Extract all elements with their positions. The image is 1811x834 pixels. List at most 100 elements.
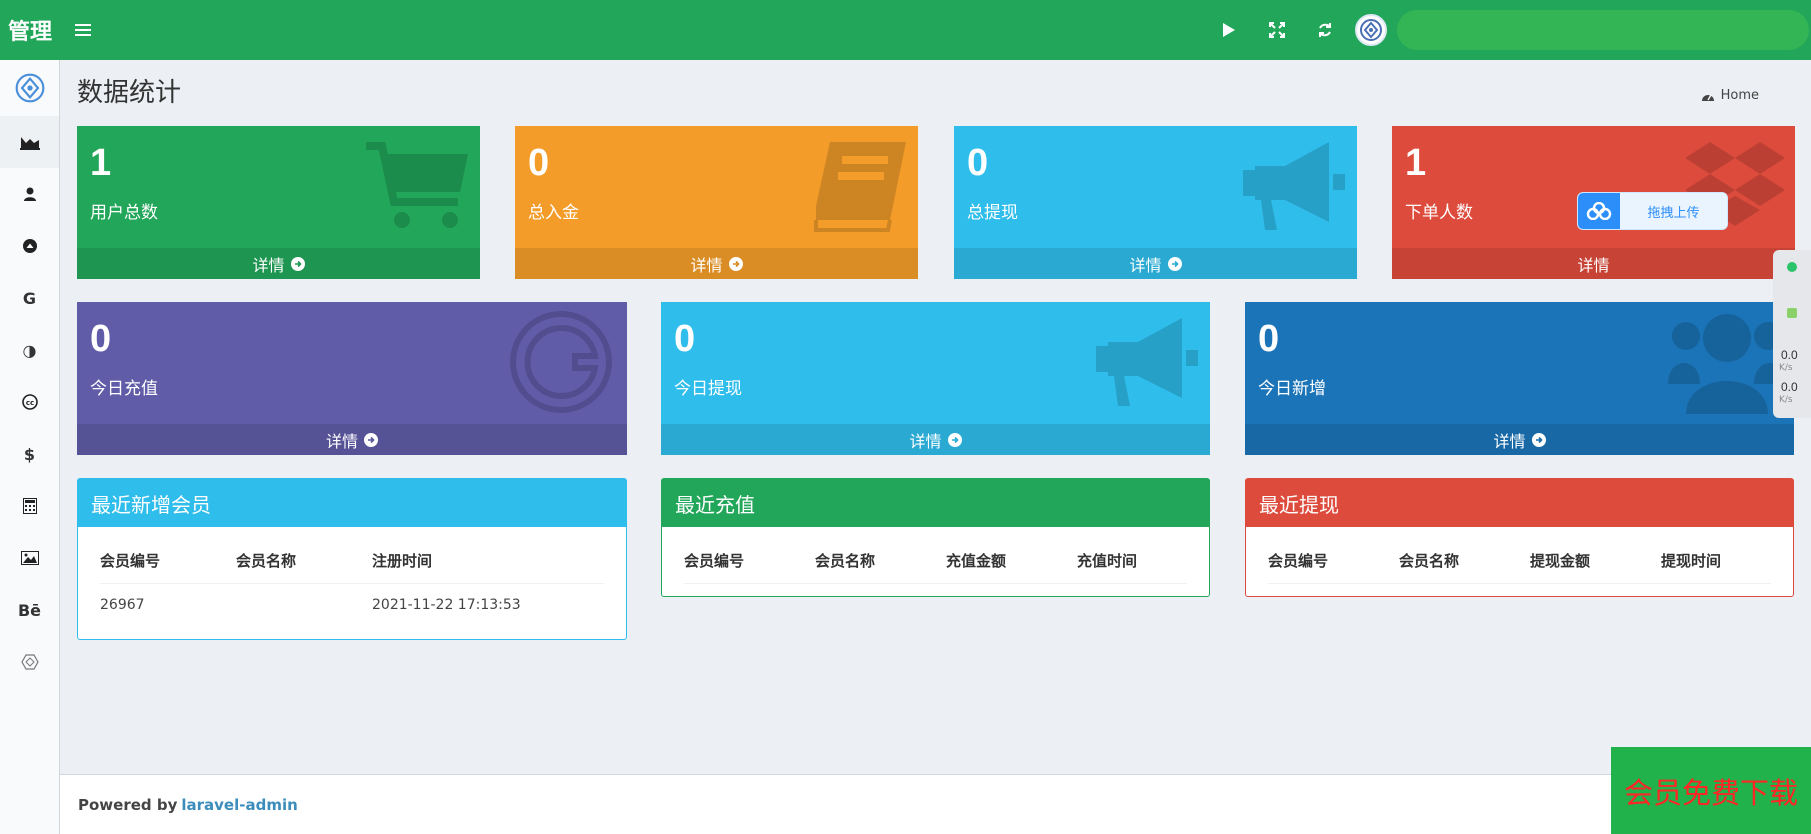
upload-speed-unit: K/s	[1779, 363, 1793, 373]
calculator-icon	[22, 498, 37, 514]
stat-label: 总入金	[528, 203, 579, 223]
column-header: 充值金额	[946, 539, 1077, 584]
google-icon: G	[22, 288, 37, 308]
arrow-circle-right-icon	[290, 256, 305, 271]
page-title: 数据统计	[77, 78, 182, 108]
stat-details-link[interactable]: 详情	[1392, 248, 1795, 279]
sidebar-item-arrow-up[interactable]	[0, 220, 59, 272]
stat-box-today-recharge: 0 今日充值 详情	[77, 302, 627, 455]
status-dot	[1787, 262, 1797, 272]
details-label: 详情	[1129, 255, 1162, 275]
network-speed-widget[interactable]: 0.0 K/s 0.0 K/s	[1773, 250, 1811, 418]
panel-recent-members: 最近新增会员 会员编号 会员名称 注册时间 26967 2021-11-22 1…	[77, 478, 627, 640]
stat-box-total-deposit: 0 总入金 详情	[515, 126, 918, 279]
arrow-circle-right-icon	[1531, 432, 1546, 447]
upload-speed: 0.0	[1781, 348, 1798, 362]
hexagon-icon	[20, 654, 39, 670]
breadcrumb[interactable]: Home	[1701, 88, 1759, 103]
adjust-icon: ◑	[22, 340, 37, 360]
stat-details-link[interactable]: 详情	[77, 248, 480, 279]
panel-title: 最近提现	[1246, 479, 1793, 527]
users-icon	[1668, 314, 1786, 414]
panel-title: 最近充值	[662, 479, 1209, 527]
sidebar-item-image[interactable]	[0, 532, 59, 584]
creative-commons-icon: cc	[21, 394, 38, 410]
panel-title: 最近新增会员	[78, 479, 626, 527]
column-header: 会员编号	[100, 539, 236, 584]
behance-icon: Bē	[17, 600, 42, 620]
column-header: 会员编号	[684, 539, 815, 584]
book-icon	[814, 142, 906, 232]
sidebar-item-calculator[interactable]	[0, 480, 59, 532]
stat-details-link[interactable]: 详情	[954, 248, 1357, 279]
cloud-link-icon	[1578, 193, 1620, 229]
refresh-button[interactable]	[1301, 0, 1349, 60]
details-label: 详情	[690, 255, 723, 275]
avatar-logo-icon	[1360, 19, 1382, 41]
dashboard-icon	[1701, 94, 1714, 101]
app-logo[interactable]: 管理	[0, 0, 60, 60]
sidebar-item-user[interactable]	[0, 168, 59, 220]
bullhorn-icon	[1243, 142, 1345, 230]
stat-details-link[interactable]: 详情	[1245, 424, 1794, 455]
stat-value: 1	[90, 142, 112, 184]
image-icon	[20, 551, 39, 565]
stat-label: 今日充值	[90, 379, 158, 399]
sidebar-item-cc[interactable]: cc	[0, 376, 59, 428]
stat-box-today-withdraw: 0 今日提现 详情	[661, 302, 1210, 455]
sidebar-avatar[interactable]	[0, 60, 59, 116]
download-speed: 0.0	[1781, 380, 1798, 394]
area-chart-icon	[19, 137, 40, 150]
bullhorn-icon	[1096, 318, 1198, 406]
stat-box-today-new: 0 今日新增 详情	[1245, 302, 1794, 455]
stat-details-link[interactable]: 详情	[515, 248, 918, 279]
table-row: 26967 2021-11-22 17:13:53	[100, 583, 604, 627]
stat-value: 0	[967, 142, 989, 184]
stat-label: 总提现	[967, 203, 1018, 223]
sidebar-item-adjust[interactable]: ◑	[0, 324, 59, 376]
svg-text:cc: cc	[25, 399, 33, 407]
arrow-circle-up-icon	[22, 239, 37, 253]
sidebar-item-dashboard[interactable]	[0, 116, 59, 168]
sidebar-item-hexagon[interactable]	[0, 636, 59, 688]
stat-value: 0	[1258, 318, 1280, 360]
top-navbar: 管理	[0, 0, 1811, 60]
column-header: 提现金额	[1530, 539, 1661, 584]
upload-label: 拖拽上传	[1620, 193, 1727, 229]
panel-recent-withdraw: 最近提现 会员编号 会员名称 提现金额 提现时间	[1245, 478, 1794, 597]
sidebar-item-dollar[interactable]: $	[0, 428, 59, 480]
promo-banner[interactable]: 会员免费下载	[1611, 747, 1811, 834]
sidebar-item-google[interactable]: G	[0, 272, 59, 324]
sidebar-item-behance[interactable]: Bē	[0, 584, 59, 636]
breadcrumb-home[interactable]: Home	[1721, 88, 1759, 103]
shield-icon	[1787, 308, 1797, 318]
arrow-circle-right-icon	[947, 432, 962, 447]
stat-box-total-withdraw: 0 总提现 详情	[954, 126, 1357, 279]
column-header: 注册时间	[372, 539, 604, 584]
fullscreen-button[interactable]	[1253, 0, 1301, 60]
stat-label: 今日新增	[1258, 379, 1326, 399]
column-header: 充值时间	[1077, 539, 1187, 584]
member-name	[236, 583, 372, 627]
user-info-redacted[interactable]	[1397, 10, 1809, 50]
stat-value: 0	[90, 318, 112, 360]
stat-label: 今日提现	[674, 379, 742, 399]
laravel-admin-link[interactable]: laravel-admin	[181, 796, 297, 814]
arrow-circle-right-icon	[728, 256, 743, 271]
play-button[interactable]	[1205, 0, 1253, 60]
stat-details-link[interactable]: 详情	[661, 424, 1210, 455]
stat-box-total-users: 1 用户总数 详情	[77, 126, 480, 279]
dollar-icon: $	[23, 444, 36, 464]
user-avatar[interactable]	[1355, 14, 1387, 46]
arrow-circle-right-icon	[364, 432, 378, 447]
stat-details-link[interactable]: 详情	[77, 424, 627, 455]
stat-value: 0	[528, 142, 550, 184]
drag-upload-button[interactable]: 拖拽上传	[1577, 192, 1728, 230]
sidebar-toggle-button[interactable]	[60, 0, 106, 60]
arrow-circle-right-icon	[1167, 256, 1182, 271]
column-header: 会员编号	[1268, 539, 1399, 584]
stat-label: 用户总数	[90, 203, 158, 223]
refresh-icon	[1319, 23, 1331, 37]
avatar-logo-icon	[15, 73, 44, 103]
sidebar: G ◑ cc $ Bē	[0, 60, 60, 834]
